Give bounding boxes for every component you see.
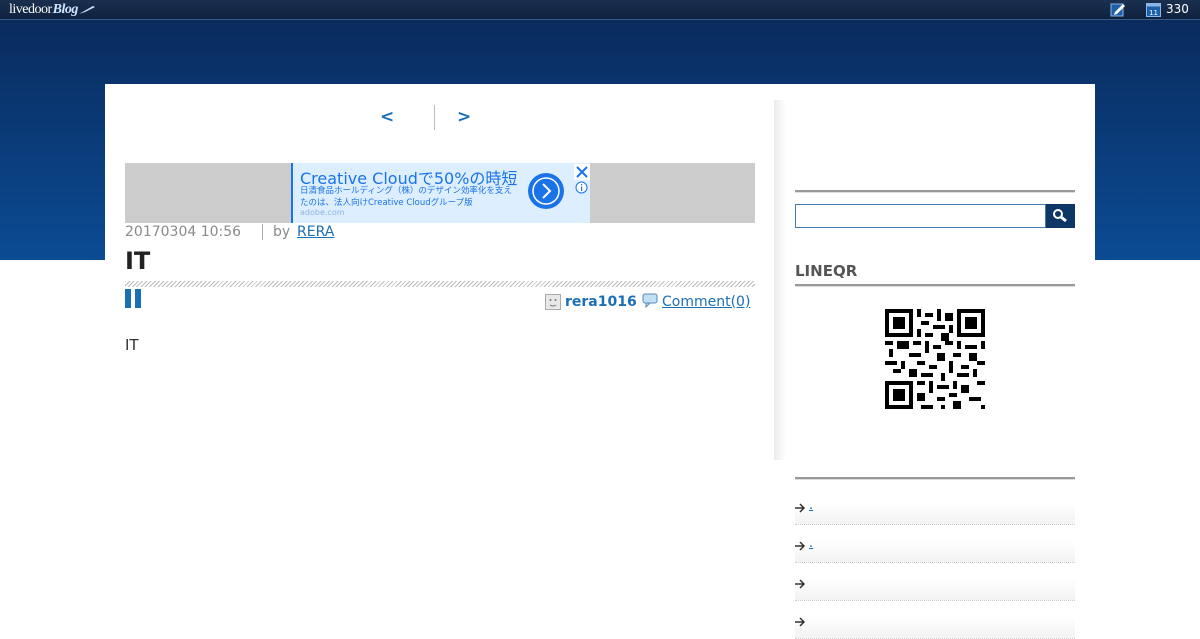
arrow-right-icon [795,579,806,589]
post-user-link[interactable]: rera1016 [565,293,637,311]
ad-close-icon[interactable] [574,164,590,180]
pause-icon [125,289,141,308]
article-pager: < > [375,105,485,130]
logo-wing-icon [78,5,95,14]
title-divider [125,281,755,287]
post-body: IT [125,336,139,354]
ad-description: 日清食品ホールディング（株）のデザイン効率化を支えたのは、法人向けCreativ… [300,186,512,208]
svg-text:11: 11 [1149,9,1158,17]
livedoor-blog-logo[interactable]: livedoorBlog [9,1,95,18]
line-qr-code [885,309,985,409]
sidebar-item-link[interactable] [809,574,827,590]
sidebar-item-link[interactable] [809,612,881,628]
post-title: IT [125,247,151,275]
lineqr-heading: LINEQR [795,262,858,280]
prev-article-link[interactable]: < [380,107,394,127]
arrow-right-icon [795,541,806,551]
ad-info-icon[interactable] [575,181,588,194]
arrow-right-icon [795,617,806,627]
search-section-rule [795,190,1075,193]
comment-bubble-icon [642,293,658,308]
calendar-icon[interactable]: 11 [1146,2,1161,17]
ad-banner[interactable]: Creative Cloudで50%の時短 日清食品ホールディング（株）のデザイ… [291,163,590,223]
meta-divider [262,224,263,240]
sidebar-item[interactable]: . [795,536,1075,563]
comment-link[interactable]: Comment(0) [662,293,750,311]
user-avatar-icon [545,294,561,310]
links-section-rule [795,477,1075,480]
lineqr-section-rule [795,284,1075,287]
next-article-link[interactable]: > [457,107,471,127]
search-input[interactable] [795,204,1046,228]
search-button[interactable] [1046,204,1075,228]
ad-arrow-button[interactable] [528,173,564,209]
sidebar-item[interactable]: . [795,498,1075,525]
post-date: 20170304 10:56 [125,224,242,240]
sidebar-item-link[interactable]: . [809,536,813,552]
sidebar-item[interactable] [795,616,1075,639]
edit-pencil-icon[interactable] [1110,2,1126,17]
sidebar-item[interactable] [795,578,1075,601]
arrow-right-icon [795,503,806,513]
logo-blog-text: Blog [52,2,79,17]
pager-divider [434,105,435,130]
by-label: by [273,224,291,240]
logo-text: livedoor [9,2,52,17]
sidebar-item-link[interactable]: . [809,498,813,514]
search-icon [1053,209,1067,223]
sidebar-shadow [774,100,786,460]
visitor-count: 330 [1166,2,1189,16]
livedoor-topbar: livedoorBlog 11 330 [0,0,1200,20]
ad-url: adobe.com [300,208,345,217]
author-link[interactable]: RERA [297,223,372,241]
